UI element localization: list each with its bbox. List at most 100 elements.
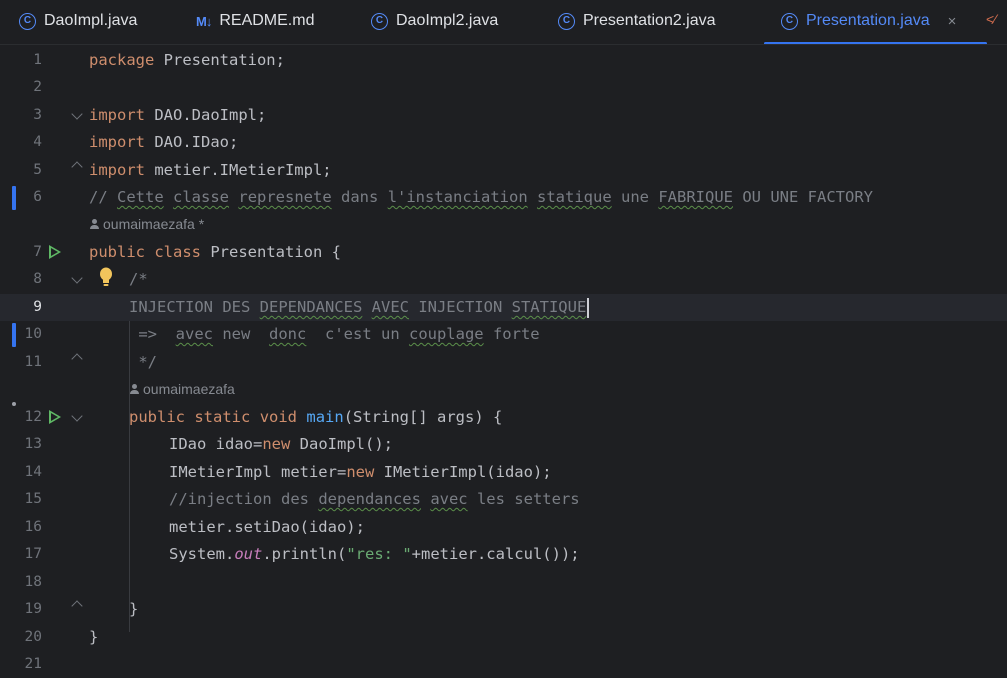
close-tab-icon[interactable]: ×: [948, 13, 957, 30]
code-token: une: [611, 188, 659, 206]
code-line[interactable]: 18: [0, 569, 1007, 596]
author-inlay-hint[interactable]: oumaimaezafa *: [89, 214, 204, 235]
line-number: 12: [24, 409, 42, 425]
code-line[interactable]: 8 /*: [0, 266, 1007, 293]
code-token: DaoImpl();: [290, 435, 393, 453]
code-line[interactable]: 3 import DAO.DaoImpl;: [0, 102, 1007, 129]
tab-presentation-java[interactable]: C Presentation.java ×: [764, 0, 988, 44]
code-line[interactable]: 14 IMetierImpl metier=new IMetierImpl(id…: [0, 459, 1007, 486]
typo-word: avec: [175, 325, 213, 343]
code-token: public: [89, 243, 145, 261]
code-line[interactable]: 16 metier.setiDao(idao);: [0, 514, 1007, 541]
user-icon: [129, 384, 139, 395]
fold-icon[interactable]: [71, 272, 83, 284]
code-line[interactable]: 17 System.out.println("res: "+metier.cal…: [0, 541, 1007, 568]
fold-icon[interactable]: [71, 410, 83, 422]
lightbulb-icon[interactable]: [99, 267, 113, 287]
line-number: 6: [33, 189, 42, 205]
code-token: class: [154, 243, 202, 261]
fold-icon[interactable]: [71, 108, 83, 120]
code-editor[interactable]: 1 package Presentation; 2 3 import DAO.D…: [0, 46, 1007, 672]
tab-label: README.md: [219, 12, 315, 29]
code-line[interactable]: 5 import metier.IMetierImpl;: [0, 157, 1007, 184]
code-token: IMetierImpl metier=: [169, 463, 347, 481]
code-token: Presentation;: [154, 51, 285, 69]
tab-presentation2-java[interactable]: C Presentation2.java: [558, 0, 716, 42]
code-line-current[interactable]: 9 INJECTION DES DEPENDANCES AVEC INJECTI…: [0, 294, 1007, 321]
code-token: IDao idao=: [169, 435, 263, 453]
line-number: 10: [24, 326, 42, 342]
code-line[interactable]: 2: [0, 74, 1007, 101]
tab-label: DaoImpl.java: [44, 12, 138, 29]
code-token: OU UNE FACTORY: [733, 188, 873, 206]
code-token: forte: [483, 325, 540, 343]
typo-word: FABRIQUE: [658, 188, 733, 206]
code-token: new: [262, 435, 291, 453]
code-token: import: [89, 161, 145, 179]
java-class-icon: C: [558, 12, 575, 30]
run-icon[interactable]: [49, 410, 61, 424]
code-token: new: [346, 463, 375, 481]
line-number: 5: [33, 162, 42, 178]
line-number: 15: [24, 491, 42, 507]
java-class-icon: C: [19, 12, 36, 30]
code-line[interactable]: 20 }: [0, 624, 1007, 651]
code-line[interactable]: 11 */: [0, 349, 1007, 376]
code-line[interactable]: 21: [0, 651, 1007, 678]
code-line[interactable]: 15 //injection des dependances avec les …: [0, 486, 1007, 513]
code-token: package: [89, 51, 155, 69]
code-line[interactable]: 6 // Cette classe represnete dans l'inst…: [0, 184, 1007, 211]
code-token: new: [213, 325, 269, 343]
code-token: (String[] args) {: [343, 408, 503, 426]
code-token: +metier.calcul());: [411, 545, 580, 563]
fold-icon[interactable]: [71, 353, 83, 365]
code-token: DAO.IDao;: [145, 133, 239, 151]
text-caret: [587, 297, 590, 318]
code-token: les setters: [467, 490, 580, 508]
line-number: 16: [24, 519, 42, 535]
typo-word: avec: [430, 490, 468, 508]
typo-word: statique: [537, 188, 612, 206]
tab-label: Presentation.java: [806, 12, 930, 29]
code-line[interactable]: 10 => avec new donc c'est un couplage fo…: [0, 321, 1007, 348]
tab-daoimpl-java[interactable]: C DaoImpl.java: [19, 0, 137, 42]
typo-word: donc: [269, 325, 307, 343]
java-class-icon: C: [371, 12, 388, 30]
code-token: main: [306, 408, 344, 426]
run-icon[interactable]: [49, 245, 61, 259]
author-inlay-hint[interactable]: oumaimaezafa: [129, 379, 235, 400]
typo-word: STATIQUE: [511, 298, 587, 316]
code-token: //: [89, 188, 117, 206]
typo-word: Cette: [117, 188, 164, 206]
fold-icon[interactable]: [71, 600, 83, 612]
code-token: INJECTION DES: [129, 298, 260, 316]
code-line[interactable]: 4 import DAO.IDao;: [0, 129, 1007, 156]
fold-icon[interactable]: [71, 161, 83, 173]
code-line[interactable]: 7 public class Presentation {: [0, 239, 1007, 266]
code-line[interactable]: 12 public static void main(String[] args…: [0, 402, 1007, 431]
line-number: 18: [24, 574, 42, 590]
line-number: 13: [24, 436, 42, 452]
code-token: import: [89, 106, 145, 124]
editor-tab-bar: C DaoImpl.java M↓ README.md C DaoImpl2.j…: [0, 0, 1007, 45]
tab-readme-md[interactable]: M↓ README.md: [196, 0, 314, 42]
code-token: System.: [169, 545, 235, 563]
typo-word: represnete: [238, 188, 332, 206]
code-line[interactable]: 13 IDao idao=new DaoImpl();: [0, 431, 1007, 458]
html-file-icon[interactable]: <⁄: [986, 11, 997, 27]
typo-word: couplage: [408, 325, 484, 343]
java-class-icon: C: [781, 12, 798, 30]
code-token: DAO.DaoImpl;: [145, 106, 267, 124]
code-token: IMetierImpl(idao);: [374, 463, 552, 481]
code-line[interactable]: 1 package Presentation;: [0, 47, 1007, 74]
tab-daoimpl2-java[interactable]: C DaoImpl2.java: [371, 0, 498, 42]
code-token: }: [129, 600, 139, 618]
line-number: 14: [24, 464, 42, 480]
line-number: 9: [33, 299, 42, 315]
code-token: import: [89, 133, 145, 151]
code-line[interactable]: 19 }: [0, 596, 1007, 623]
